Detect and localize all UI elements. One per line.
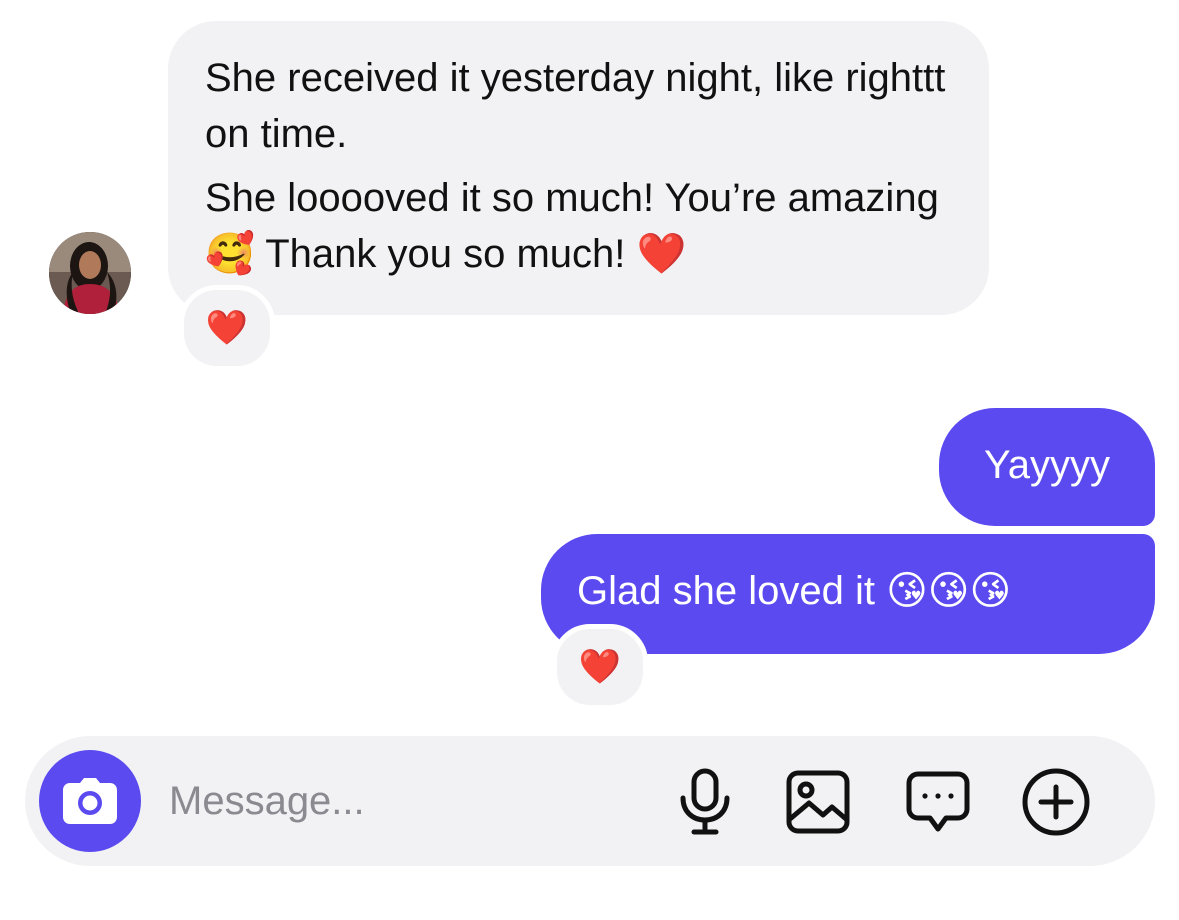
plus-circle-icon xyxy=(1022,768,1090,836)
microphone-button[interactable] xyxy=(669,766,741,838)
message-input[interactable] xyxy=(169,774,649,828)
camera-icon xyxy=(63,778,117,824)
contact-avatar[interactable] xyxy=(49,232,131,314)
sticker-chat-button[interactable] xyxy=(902,766,974,838)
chat-bubble-icon xyxy=(906,771,970,832)
received-message-line: She received it yesterday night, like ri… xyxy=(205,56,946,156)
camera-button[interactable] xyxy=(39,750,141,852)
sent-message-text: Yayyyy xyxy=(984,442,1110,487)
heart-reaction-badge[interactable]: ❤️ xyxy=(179,285,275,371)
image-button[interactable] xyxy=(782,766,854,838)
more-options-button[interactable] xyxy=(1020,766,1092,838)
received-message-bubble[interactable]: She received it yesterday night, like ri… xyxy=(168,21,989,315)
heart-reaction-emoji: ❤️ xyxy=(578,648,622,686)
message-composer xyxy=(25,736,1155,866)
microphone-icon xyxy=(680,768,730,835)
sent-message-text: Glad she loved it 😘😘😘 xyxy=(577,569,1012,613)
received-message-line: She looooved it so much! You’re amazing … xyxy=(205,176,939,276)
heart-reaction-badge[interactable]: ❤️ xyxy=(552,624,648,710)
sent-message-bubble[interactable]: Yayyyy xyxy=(939,408,1155,526)
image-icon xyxy=(786,770,850,834)
avatar-image xyxy=(49,232,131,314)
heart-reaction-emoji: ❤️ xyxy=(205,309,249,347)
